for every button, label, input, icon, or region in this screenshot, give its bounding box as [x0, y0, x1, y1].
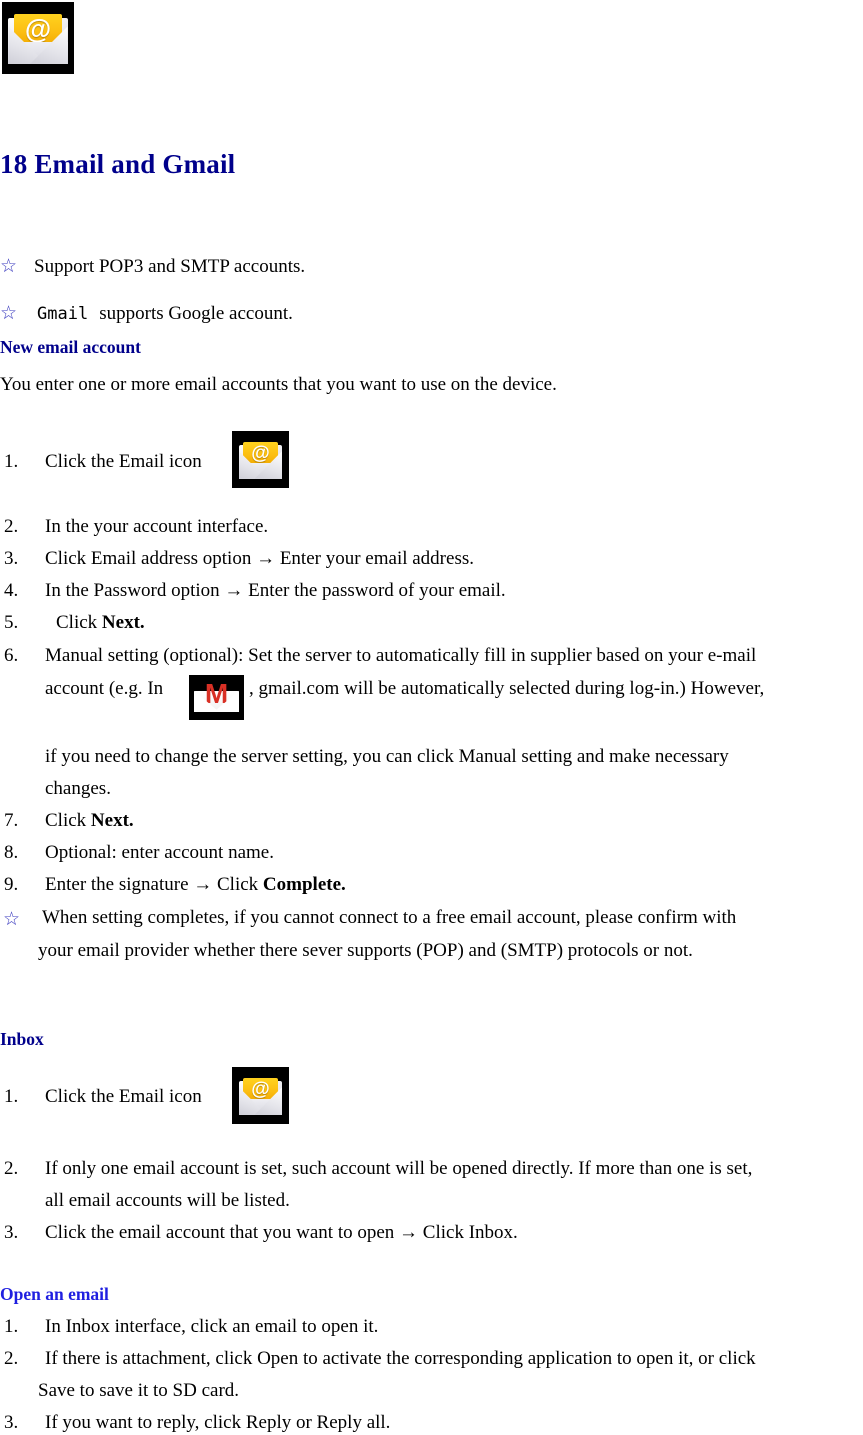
list-item-number: 3. — [4, 548, 19, 569]
list-item-number: 1. — [4, 1086, 19, 1107]
list-item-label: Click Next. — [56, 613, 145, 632]
list-item-line-4: changes. — [45, 778, 111, 799]
list-item-number: 3. — [4, 1222, 19, 1243]
list-item-label: Click the Email icon — [45, 1086, 202, 1107]
list-item-line-1: If there is attachment, click Open to ac… — [45, 1348, 756, 1369]
list-item-line-2: Save to save it to SD card. — [38, 1380, 240, 1401]
list-item-number: 4. — [4, 580, 19, 601]
list-item-label: Click Next. — [45, 811, 134, 830]
heading-inbox: Inbox — [0, 1029, 44, 1049]
star-icon: ☆ — [0, 255, 18, 277]
intro-bullet-1-label: Support POP3 and SMTP accounts. — [34, 256, 306, 277]
star-icon: ☆ — [0, 302, 18, 324]
gmail-app-icon[interactable]: M — [189, 675, 244, 720]
list-item-label: Enter the signature → Click Complete. — [45, 875, 346, 894]
list-item-line-2: all email accounts will be listed. — [45, 1190, 290, 1211]
list-item-number: 2. — [4, 516, 19, 537]
list-item-label: Click Email address option → Enter your … — [45, 548, 474, 569]
list-item-text: Click — [56, 612, 102, 633]
list-item-label: In the Password option → Enter the passw… — [45, 580, 506, 601]
section-note-line-1: When setting completes, if you cannot co… — [42, 907, 737, 928]
email-app-icon[interactable]: @ — [232, 1067, 289, 1124]
list-item-line-2-suffix: , gmail.com will be automatically select… — [249, 678, 765, 699]
intro-bullet-2-label: supports Google account. — [99, 303, 293, 324]
heading-new-email-account: New email account — [0, 337, 141, 357]
gmail-word-label: Gmail — [37, 304, 89, 324]
list-item-bold-text: Next. — [90, 810, 134, 831]
list-item-label: In the your account interface. — [45, 516, 269, 537]
new-email-account-lead: You enter one or more email accounts tha… — [0, 374, 557, 395]
list-item-number: 1. — [4, 451, 19, 472]
list-item-text: Enter the signature → Click — [45, 874, 263, 895]
list-item-line-1: Manual setting (optional): Set the serve… — [45, 645, 757, 666]
intro-bullet-1: ☆ Support POP3 and SMTP accounts. — [0, 255, 305, 277]
list-item-number: 1. — [4, 1316, 19, 1337]
email-app-icon[interactable]: @ — [2, 2, 74, 74]
email-app-icon[interactable]: @ — [232, 431, 289, 488]
list-item-bold-text: Complete. — [262, 874, 346, 895]
list-item-line-1: If only one email account is set, such a… — [45, 1158, 753, 1179]
page-title: 18 Email and Gmail — [0, 149, 236, 179]
list-item-label: Click the Email icon — [45, 451, 202, 472]
list-item-number: 3. — [4, 1412, 19, 1433]
list-item-number: 2. — [4, 1348, 19, 1369]
list-item-text: Click — [45, 810, 91, 831]
list-item-label: In Inbox interface, click an email to op… — [45, 1316, 379, 1337]
section-note-line-2: your email provider whether there sever … — [38, 940, 693, 961]
list-item-label: Click the email account that you want to… — [45, 1222, 518, 1243]
document-page: @ 18 Email and Gmail ☆ Support POP3 and … — [0, 0, 863, 1435]
list-item-number: 2. — [4, 1158, 19, 1179]
list-item-number: 7. — [4, 810, 19, 831]
star-icon: ☆ — [3, 908, 21, 930]
list-item-label: Optional: enter account name. — [45, 842, 274, 863]
intro-bullet-2: ☆ Gmail supports Google account. — [0, 302, 293, 324]
list-item-number: 9. — [4, 874, 19, 895]
list-item-bold-text: Next. — [101, 612, 145, 633]
list-item-line-2-prefix: account (e.g. In — [45, 678, 164, 699]
list-item-line-3: if you need to change the server setting… — [45, 746, 729, 767]
list-item-number: 8. — [4, 842, 19, 863]
list-item-number: 6. — [4, 645, 19, 666]
heading-open-an-email: Open an email — [0, 1284, 109, 1304]
list-item-label: If you want to reply, click Reply or Rep… — [45, 1412, 391, 1433]
list-item-number: 5. — [4, 612, 19, 633]
